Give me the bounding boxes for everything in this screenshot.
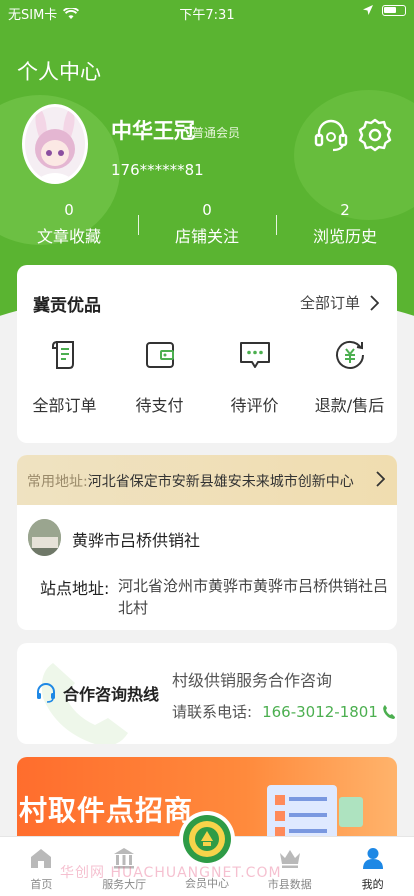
tab-mine-label: 我的 <box>361 878 384 891</box>
orders-card-title: 冀贡优品 <box>33 296 101 316</box>
hotline-phone-row[interactable]: 请联系电话: 166-3012-1801 <box>172 701 396 722</box>
chevron-right-icon <box>376 471 385 487</box>
clock: 下午7:31 <box>179 8 235 23</box>
order-all-button[interactable]: 全部订单 <box>17 338 112 416</box>
stats-row: 0 文章收藏 0 店铺关注 2 浏览历史 <box>0 201 414 251</box>
stat-browse-history[interactable]: 2 浏览历史 <box>276 201 414 251</box>
common-address-bar[interactable]: 常用地址:河北省保定市安新县雄安未来城市创新中心 <box>17 455 397 505</box>
tab-mine[interactable]: 我的 <box>331 837 414 896</box>
status-bar: 无SIM卡 下午7:31 <box>0 0 414 24</box>
order-pending-review-label: 待评价 <box>230 396 279 415</box>
hotline-title-label: 合作咨询热线 <box>63 685 160 704</box>
headset-support-icon <box>37 683 55 703</box>
username: 中华王冠 <box>111 119 195 143</box>
comment-icon <box>239 342 270 368</box>
address-card: 常用地址:河北省保定市安新县雄安未来城市创新中心 黄骅市吕桥供销社 站点地址: … <box>17 455 397 630</box>
stat-count: 0 <box>202 201 212 219</box>
headset-support-icon[interactable] <box>313 117 349 153</box>
hotline-phone-prefix: 请联系电话: <box>172 703 253 721</box>
shop-name[interactable]: 黄骅市吕桥供销社 <box>72 527 200 551</box>
member-center-emblem-icon <box>182 815 231 863</box>
member-level-badge: 普通会员 <box>192 126 241 140</box>
stat-label: 店铺关注 <box>174 227 239 246</box>
refund-icon <box>335 340 364 369</box>
stat-label: 文章收藏 <box>36 227 101 246</box>
stat-count: 0 <box>64 201 74 219</box>
all-orders-link[interactable]: 全部订单 <box>300 292 379 313</box>
order-pending-review-button[interactable]: 待评价 <box>207 338 302 416</box>
settings-gear-icon[interactable] <box>358 117 392 153</box>
order-pending-payment-button[interactable]: 待支付 <box>112 338 207 416</box>
promo-banner-title: 村取件点招商 <box>19 794 194 827</box>
site-address-label: 站点地址: <box>40 579 110 598</box>
hotline-phone-number[interactable]: 166-3012-1801 <box>262 703 378 721</box>
stat-label: 浏览历史 <box>312 227 377 246</box>
battery-icon <box>382 4 406 16</box>
shop-avatar <box>28 519 61 556</box>
hotline-title: 合作咨询热线 <box>35 681 159 705</box>
chevron-right-icon <box>370 294 379 311</box>
order-all-label: 全部订单 <box>32 396 97 415</box>
order-refund-label: 退款/售后 <box>314 396 385 415</box>
stat-favorites[interactable]: 0 文章收藏 <box>0 201 138 251</box>
location-arrow-icon <box>363 5 373 15</box>
order-pending-payment-label: 待支付 <box>135 396 184 415</box>
phone-icon <box>383 704 395 719</box>
order-refund-button[interactable]: 退款/售后 <box>302 338 397 416</box>
hotline-card: 合作咨询热线 村级供销服务合作咨询 请联系电话: 166-3012-1801 <box>17 643 397 744</box>
watermark-text: 华创网 HUACHUANGNET.COM <box>60 865 282 881</box>
wallet-icon <box>145 342 174 368</box>
common-address-label: 常用地址: <box>27 474 88 490</box>
avatar[interactable] <box>22 104 88 184</box>
order-list-icon <box>51 341 74 369</box>
page-title: 个人中心 <box>17 60 101 84</box>
site-address-value: 河北省沧州市黄骅市黄骅市吕桥供销社吕北村 <box>118 577 389 617</box>
orders-card: 冀贡优品 全部订单 全部订单 待支付 待评价 退款/售后 <box>17 265 397 443</box>
hotline-description: 村级供销服务合作咨询 <box>172 671 333 690</box>
common-address-value: 河北省保定市安新县雄安未来城市创新中心 <box>87 474 354 490</box>
all-orders-label: 全部订单 <box>299 294 360 312</box>
stat-count: 2 <box>340 201 350 219</box>
home-icon <box>31 849 52 868</box>
phone-number: 176******81 <box>111 161 204 179</box>
user-icon <box>362 848 383 869</box>
stat-followed-shops[interactable]: 0 店铺关注 <box>138 201 276 251</box>
